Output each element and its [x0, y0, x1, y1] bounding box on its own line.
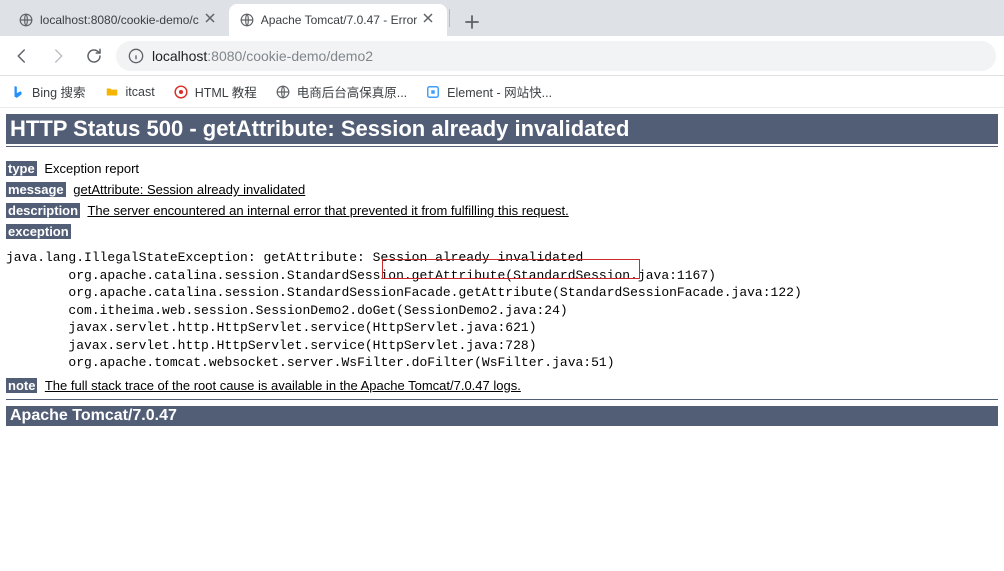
- globe-icon: [239, 12, 255, 28]
- message-row: message getAttribute: Session already in…: [6, 182, 998, 197]
- note-label: note: [6, 378, 37, 393]
- tab-strip: localhost:8080/cookie-demo/c Apache Tomc…: [0, 0, 1004, 36]
- bookmark-ecommerce[interactable]: 电商后台高保真原...: [275, 82, 407, 101]
- bookmarks-bar: Bing 搜索 itcast HTML 教程 电商后台高保真原... Eleme…: [0, 76, 1004, 108]
- type-row: type Exception report: [6, 161, 998, 176]
- description-label: description: [6, 203, 80, 218]
- folder-icon: [104, 84, 120, 100]
- browser-chrome-top: localhost:8080/cookie-demo/c Apache Tomc…: [0, 0, 1004, 108]
- bookmark-html-tutorial[interactable]: HTML 教程: [173, 82, 257, 101]
- bing-icon: [10, 84, 26, 100]
- note-value: The full stack trace of the root cause i…: [45, 378, 521, 393]
- type-value: Exception report: [44, 161, 139, 176]
- bookmark-itcast[interactable]: itcast: [104, 84, 155, 100]
- tab-1[interactable]: Apache Tomcat/7.0.47 - Error: [229, 4, 448, 36]
- exception-label: exception: [6, 224, 71, 239]
- runoob-icon: [173, 84, 189, 100]
- element-icon: [425, 84, 441, 100]
- back-button[interactable]: [8, 42, 36, 70]
- close-icon[interactable]: [423, 13, 437, 27]
- bookmark-label: Element - 网站快...: [447, 82, 552, 101]
- type-label: type: [6, 161, 37, 176]
- tab-0[interactable]: localhost:8080/cookie-demo/c: [8, 4, 229, 36]
- url-host: localhost: [152, 48, 207, 64]
- forward-button[interactable]: [44, 42, 72, 70]
- new-tab-button[interactable]: [458, 8, 486, 36]
- description-value: The server encountered an internal error…: [87, 203, 568, 218]
- globe-icon: [275, 84, 291, 100]
- bookmark-label: HTML 教程: [195, 82, 257, 101]
- reload-button[interactable]: [80, 42, 108, 70]
- server-footer: Apache Tomcat/7.0.47: [6, 406, 998, 426]
- note-row: note The full stack trace of the root ca…: [6, 378, 998, 393]
- tab-title: localhost:8080/cookie-demo/c: [40, 13, 199, 27]
- globe-icon: [18, 12, 34, 28]
- hr: [6, 399, 998, 400]
- close-icon[interactable]: [205, 13, 219, 27]
- message-value: getAttribute: Session already invalidate…: [73, 182, 305, 197]
- description-row: description The server encountered an in…: [6, 203, 998, 218]
- bookmark-label: itcast: [126, 85, 155, 99]
- message-label: message: [6, 182, 66, 197]
- address-bar[interactable]: localhost:8080/cookie-demo/demo2: [116, 41, 996, 71]
- stack-trace-container: java.lang.IllegalStateException: getAttr…: [6, 249, 998, 372]
- url-text: localhost:8080/cookie-demo/demo2: [152, 48, 373, 64]
- site-info-icon[interactable]: [128, 48, 144, 64]
- exception-row: exception: [6, 224, 998, 239]
- toolbar: localhost:8080/cookie-demo/demo2: [0, 36, 1004, 76]
- hr: [6, 146, 998, 147]
- tab-separator: [449, 9, 450, 27]
- tab-title: Apache Tomcat/7.0.47 - Error: [261, 13, 418, 27]
- bookmark-bing[interactable]: Bing 搜索: [10, 82, 86, 101]
- bookmark-label: Bing 搜索: [32, 82, 86, 101]
- status-heading: HTTP Status 500 - getAttribute: Session …: [6, 114, 998, 144]
- url-rest: :8080/cookie-demo/demo2: [207, 48, 373, 64]
- bookmark-element[interactable]: Element - 网站快...: [425, 82, 552, 101]
- highlight-box: [382, 259, 640, 279]
- bookmark-label: 电商后台高保真原...: [297, 82, 407, 101]
- page-content: HTTP Status 500 - getAttribute: Session …: [0, 114, 1004, 426]
